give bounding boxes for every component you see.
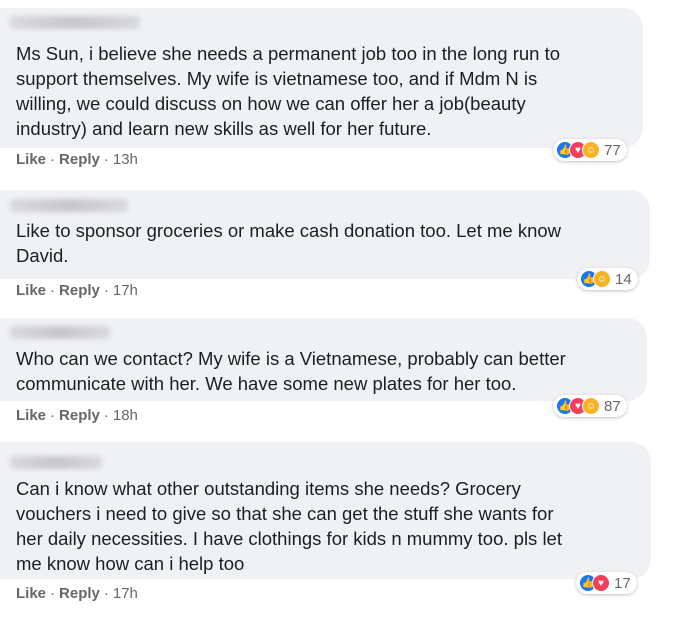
reaction-count: 17 bbox=[614, 574, 631, 592]
comment-text: Like to sponsor groceries or make cash d… bbox=[16, 220, 562, 266]
reply-link[interactable]: Reply bbox=[59, 282, 100, 299]
like-link[interactable]: Like bbox=[16, 151, 46, 168]
comment-text: Can i know what other outstanding items … bbox=[16, 478, 562, 574]
care-icon: ☺ bbox=[593, 270, 611, 288]
reaction-count: 87 bbox=[604, 397, 621, 415]
like-link[interactable]: Like bbox=[16, 282, 46, 299]
reply-link[interactable]: Reply bbox=[59, 151, 100, 168]
comment-actions: Like · Reply · 17h bbox=[16, 585, 138, 602]
timestamp[interactable]: 17h bbox=[113, 585, 138, 602]
comment-actions: Like · Reply · 17h bbox=[16, 282, 138, 299]
commenter-name-redacted bbox=[10, 16, 140, 29]
comment-actions: Like · Reply · 13h bbox=[16, 151, 138, 168]
comment-bubble: Ms Sun, i believe she needs a permanent … bbox=[0, 8, 643, 148]
timestamp[interactable]: 13h bbox=[113, 151, 138, 168]
commenter-name-redacted bbox=[10, 199, 128, 212]
commenter-name-redacted bbox=[10, 326, 110, 339]
comment-bubble: Can i know what other outstanding items … bbox=[0, 442, 651, 579]
reply-link[interactable]: Reply bbox=[59, 585, 100, 602]
like-link[interactable]: Like bbox=[16, 585, 46, 602]
care-icon: ☺ bbox=[582, 397, 600, 415]
love-icon: ♥ bbox=[592, 574, 610, 592]
commenter-name-redacted bbox=[10, 456, 102, 469]
timestamp[interactable]: 17h bbox=[113, 282, 138, 299]
like-link[interactable]: Like bbox=[16, 407, 46, 424]
comment-actions: Like · Reply · 18h bbox=[16, 407, 138, 424]
reaction-count: 14 bbox=[615, 270, 632, 288]
reaction-summary[interactable]: 👍 ♥ ☺ 87 bbox=[553, 395, 627, 417]
reaction-summary[interactable]: 👍 ♥ ☺ 77 bbox=[553, 139, 627, 161]
reaction-count: 77 bbox=[604, 141, 621, 159]
reaction-summary[interactable]: 👍 ♥ 17 bbox=[576, 572, 637, 594]
timestamp[interactable]: 18h bbox=[113, 407, 138, 424]
comment-text: Who can we contact? My wife is a Vietnam… bbox=[16, 348, 566, 394]
comment-bubble: Like to sponsor groceries or make cash d… bbox=[0, 190, 650, 279]
reply-link[interactable]: Reply bbox=[59, 407, 100, 424]
comment-text: Ms Sun, i believe she needs a permanent … bbox=[16, 43, 561, 139]
reaction-summary[interactable]: 👍 ☺ 14 bbox=[577, 268, 638, 290]
care-icon: ☺ bbox=[582, 141, 600, 159]
comment-bubble: Who can we contact? My wife is a Vietnam… bbox=[0, 318, 647, 401]
